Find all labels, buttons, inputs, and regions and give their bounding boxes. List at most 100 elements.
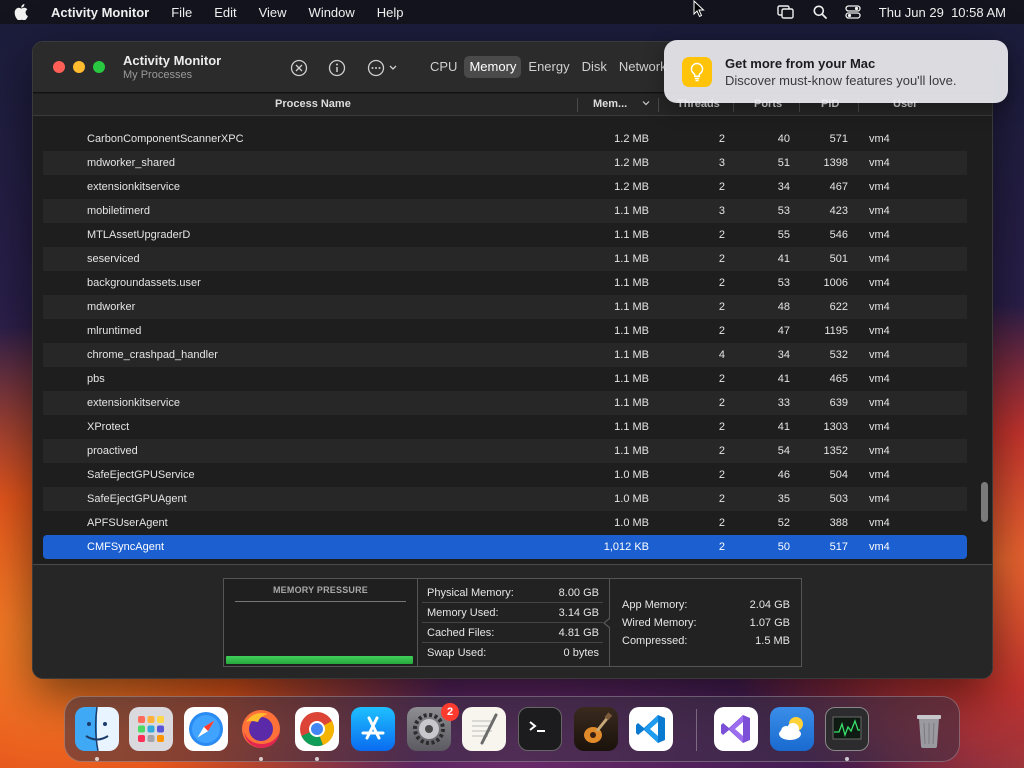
garageband-icon[interactable] (574, 707, 618, 751)
table-row[interactable]: seserviced 1.1 MB 2 41 501 vm4 (43, 247, 967, 271)
threads-cell: 3 (718, 205, 725, 217)
table-row[interactable]: CMFSyncAgent 1,012 KB 2 50 517 vm4 (43, 535, 967, 559)
table-row[interactable]: backgroundassets.user 1.1 MB 2 53 1006 vm4 (43, 271, 967, 295)
spotlight-search-icon[interactable] (813, 5, 827, 19)
finder-icon[interactable] (75, 707, 119, 751)
column-process-name[interactable]: Process Name (275, 98, 351, 110)
textedit-icon[interactable] (462, 707, 506, 751)
tab-cpu[interactable]: CPU (425, 56, 462, 78)
threads-cell: 2 (718, 397, 725, 409)
table-row[interactable]: SafeEjectGPUService 1.0 MB 2 46 504 vm4 (43, 463, 967, 487)
user-cell: vm4 (869, 445, 890, 457)
terminal-icon[interactable] (518, 707, 562, 751)
stat-value: 3.14 GB (558, 607, 599, 619)
stat-value: 0 bytes (563, 647, 599, 659)
table-row[interactable]: proactived 1.1 MB 2 54 1352 vm4 (43, 439, 967, 463)
chrome-icon[interactable] (295, 707, 339, 751)
stat-value: 8.00 GB (558, 587, 599, 599)
stat-wired-memory: Wired Memory: 1.07 GB (622, 617, 790, 629)
pid-cell: 1006 (823, 277, 848, 289)
screen-mirroring-icon[interactable] (777, 5, 795, 19)
table-row[interactable]: extensionkitservice 1.1 MB 2 33 639 vm4 (43, 391, 967, 415)
menubar-clock[interactable]: Thu Jun 29 10:58 AM (879, 5, 1006, 20)
table-row[interactable]: CarbonComponentScannerXPC 1.2 MB 2 40 571 vm4 (43, 127, 967, 151)
menu-help[interactable]: Help (366, 5, 415, 20)
ports-cell: 53 (777, 277, 790, 289)
column-memory[interactable]: Mem... (593, 98, 627, 110)
minimize-window-button[interactable] (73, 61, 85, 73)
memory-cell: 1,012 KB (603, 541, 649, 553)
menu-view[interactable]: View (248, 5, 298, 20)
user-cell: vm4 (869, 157, 890, 169)
control-center-icon[interactable] (845, 5, 861, 19)
pid-cell: 503 (829, 493, 848, 505)
column-divider[interactable] (658, 98, 659, 112)
table-row[interactable]: mdworker_shared 1.2 MB 3 51 1398 vm4 (43, 151, 967, 175)
tab-network[interactable]: Network (614, 56, 672, 78)
table-row[interactable]: mlruntimed 1.1 MB 2 47 1195 vm4 (43, 319, 967, 343)
table-row[interactable]: APFSUserAgent 1.0 MB 2 52 388 vm4 (43, 511, 967, 535)
notification-badge: 2 (441, 703, 459, 721)
vertical-scrollbar[interactable] (979, 117, 989, 565)
table-row[interactable]: XProtect 1.1 MB 2 41 1303 vm4 (43, 415, 967, 439)
stat-label: Swap Used: (427, 647, 487, 659)
table-row[interactable]: chrome_crashpad_handler 1.1 MB 4 34 532 vm4 (43, 343, 967, 367)
user-cell: vm4 (869, 469, 890, 481)
ports-cell: 55 (777, 229, 790, 241)
stat-swap-used: Swap Used: 0 bytes (427, 647, 599, 659)
user-cell: vm4 (869, 493, 890, 505)
tab-disk[interactable]: Disk (577, 56, 612, 78)
table-row[interactable]: pbs 1.1 MB 2 41 465 vm4 (43, 367, 967, 391)
tab-energy[interactable]: Energy (523, 56, 574, 78)
divider (422, 602, 603, 603)
tab-memory[interactable]: Memory (464, 56, 522, 78)
weather-icon[interactable] (770, 707, 814, 751)
stat-physical-memory: Physical Memory: 8.00 GB (427, 587, 599, 599)
stop-process-button[interactable] (288, 57, 310, 79)
memory-cell: 1.1 MB (614, 325, 649, 337)
safari-icon[interactable] (184, 707, 228, 751)
scrollbar-thumb[interactable] (981, 482, 988, 522)
menu-file[interactable]: File (160, 5, 203, 20)
memory-cell: 1.1 MB (614, 229, 649, 241)
table-row[interactable]: mobiletimerd 1.1 MB 3 53 423 vm4 (43, 199, 967, 223)
column-divider[interactable] (577, 98, 578, 112)
pid-cell: 1352 (823, 445, 848, 457)
tips-notification[interactable]: Get more from your Mac Discover must-kno… (664, 40, 1008, 103)
trash-icon[interactable] (907, 707, 951, 751)
stat-value: 2.04 GB (749, 599, 790, 611)
user-cell: vm4 (869, 229, 890, 241)
table-row[interactable]: extensionkitservice 1.2 MB 2 34 467 vm4 (43, 175, 967, 199)
window-subtitle: My Processes (123, 69, 193, 81)
close-window-button[interactable] (53, 61, 65, 73)
pid-cell: 1303 (823, 421, 848, 433)
process-name-cell: MTLAssetUpgraderD (87, 229, 191, 241)
launchpad-icon[interactable] (129, 707, 173, 751)
activity-monitor-icon[interactable] (825, 707, 869, 751)
firefox-icon[interactable] (239, 707, 283, 751)
threads-cell: 3 (718, 157, 725, 169)
menu-app-name[interactable]: Activity Monitor (40, 5, 160, 20)
user-cell: vm4 (869, 517, 890, 529)
vscode-icon[interactable] (629, 707, 673, 751)
table-row[interactable]: SafeEjectGPUAgent 1.0 MB 2 35 503 vm4 (43, 487, 967, 511)
zoom-window-button[interactable] (93, 61, 105, 73)
pressure-guide-line (235, 601, 406, 602)
process-name-cell: SafeEjectGPUService (87, 469, 195, 481)
dock: 2 (64, 696, 960, 762)
running-indicator (315, 757, 319, 761)
app-store-icon[interactable] (351, 707, 395, 751)
memory-cell: 1.1 MB (614, 445, 649, 457)
more-actions-button[interactable] (366, 57, 404, 79)
table-row[interactable]: mdworker 1.1 MB 2 48 622 vm4 (43, 295, 967, 319)
table-row[interactable]: MTLAssetUpgraderD 1.1 MB 2 55 546 vm4 (43, 223, 967, 247)
memory-cell: 1.1 MB (614, 301, 649, 313)
menu-window[interactable]: Window (298, 5, 366, 20)
menu-edit[interactable]: Edit (203, 5, 247, 20)
inspect-process-button[interactable] (326, 57, 348, 79)
sort-descending-icon[interactable] (642, 98, 650, 110)
apple-menu-icon[interactable] (14, 4, 40, 20)
window-title: Activity Monitor (123, 53, 222, 68)
visual-studio-icon[interactable] (714, 707, 758, 751)
threads-cell: 2 (718, 181, 725, 193)
